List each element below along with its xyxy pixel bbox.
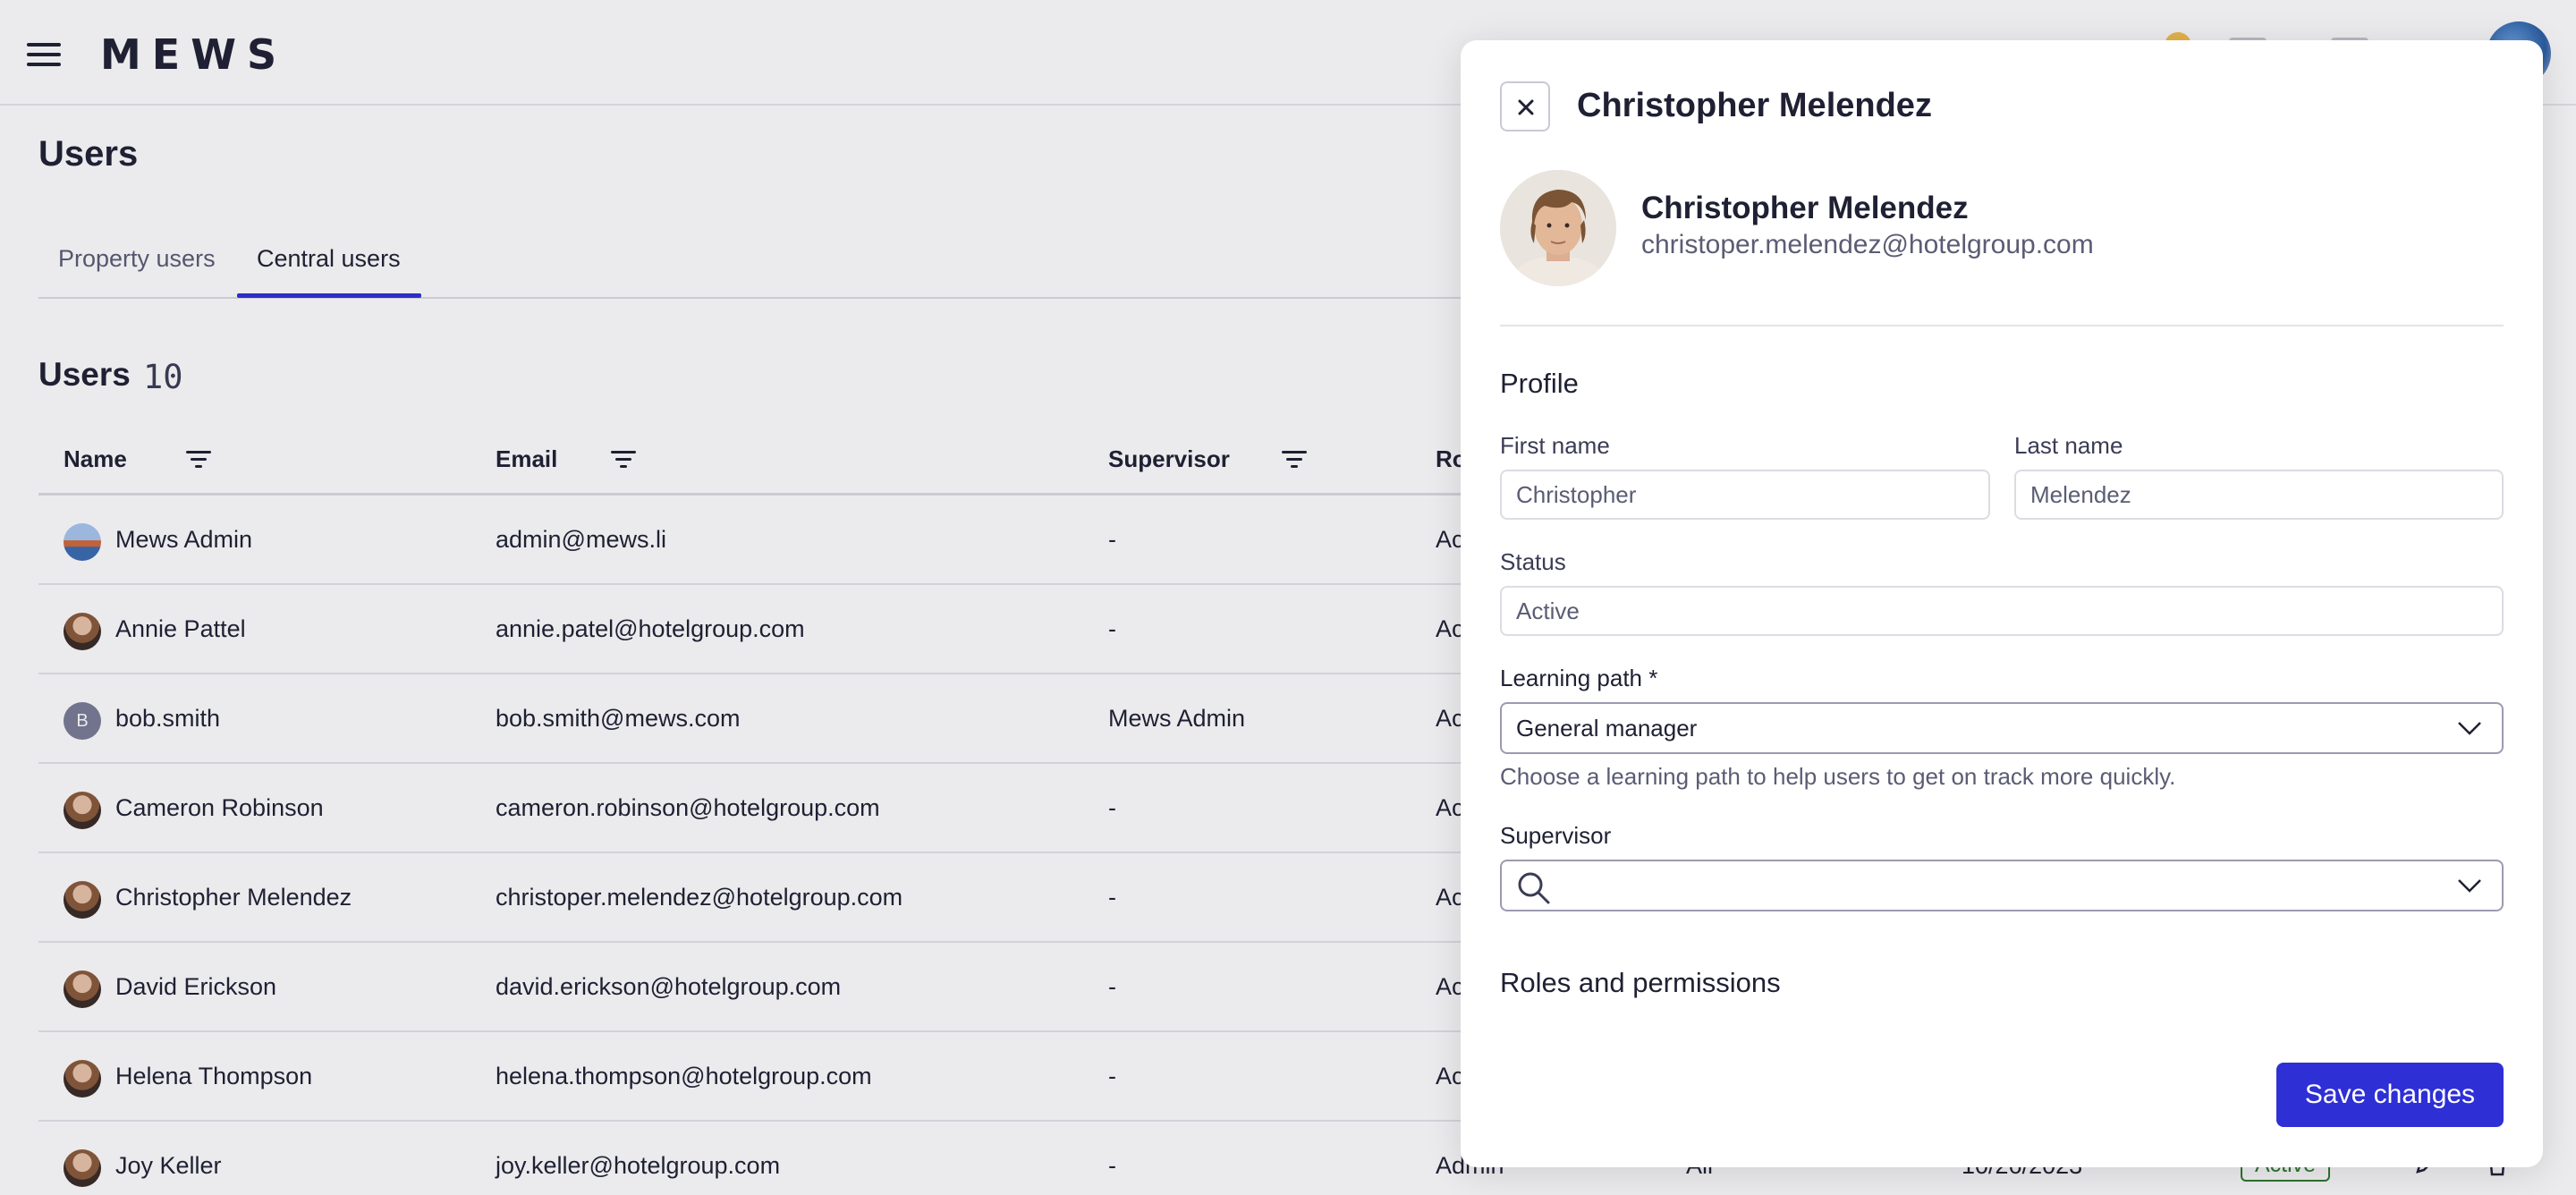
supervisor-search-select[interactable]	[1500, 860, 2504, 911]
learning-path-helper-text: Choose a learning path to help users to …	[1500, 763, 2176, 790]
save-changes-button[interactable]: Save changes	[2276, 1063, 2504, 1127]
profile-photo	[1500, 170, 1616, 286]
last-name-label: Last name	[2014, 432, 2123, 459]
learning-path-select[interactable]: General manager	[1500, 702, 2504, 754]
profile-email: christoper.melendez@hotelgroup.com	[1641, 230, 2094, 259]
chevron-down-icon	[2458, 879, 2481, 893]
learning-path-label: Learning path *	[1500, 665, 1658, 691]
first-name-label: First name	[1500, 432, 1610, 459]
close-icon	[1518, 99, 1534, 115]
profile-section-heading: Profile	[1500, 368, 1579, 399]
chevron-down-icon	[2458, 722, 2481, 735]
roles-section-heading: Roles and permissions	[1500, 967, 1781, 998]
divider	[1500, 325, 2504, 326]
status-label: Status	[1500, 548, 1566, 575]
user-detail-drawer: Christopher Melendez Christopher Melende…	[1461, 40, 2543, 1167]
profile-name: Christopher Melendez	[1641, 191, 1969, 225]
status-field[interactable]: Active	[1500, 586, 2504, 636]
search-icon	[1518, 872, 1550, 904]
supervisor-label: Supervisor	[1500, 822, 1612, 849]
first-name-field[interactable]: Christopher	[1500, 470, 1990, 520]
close-button[interactable]	[1500, 81, 1550, 131]
drawer-title: Christopher Melendez	[1577, 87, 1932, 124]
learning-path-value: General manager	[1516, 715, 1698, 742]
last-name-field[interactable]: Melendez	[2014, 470, 2504, 520]
